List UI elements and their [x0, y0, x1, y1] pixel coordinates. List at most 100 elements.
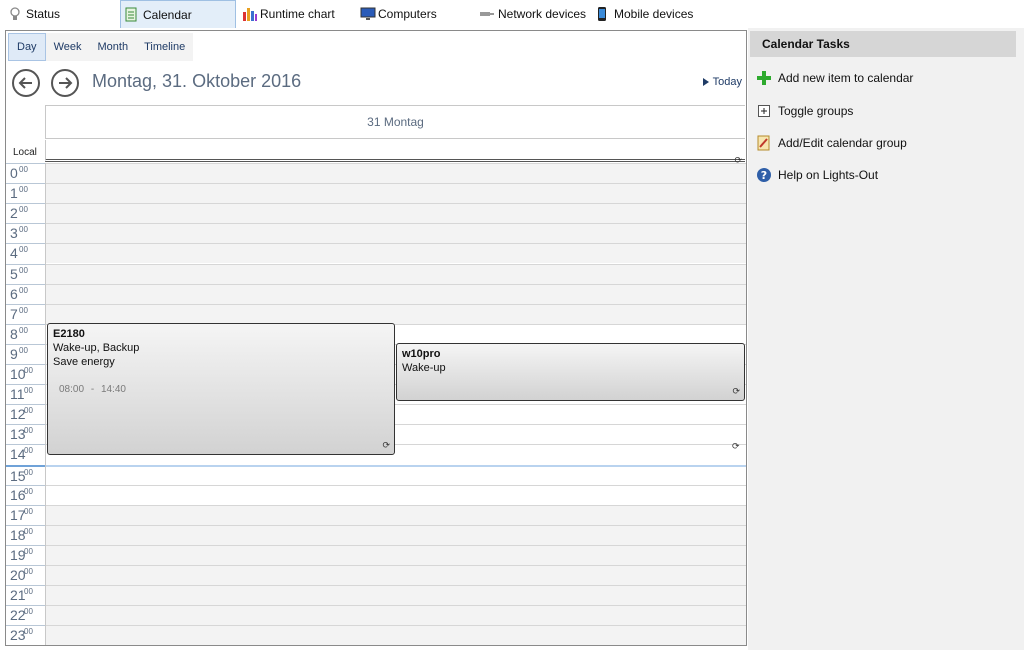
time-slot-label: 4 00: [6, 243, 45, 263]
edit-group-icon: [756, 135, 772, 151]
help-icon: ?: [756, 167, 772, 183]
hour-label: 3: [10, 225, 18, 242]
tab-status[interactable]: Status: [8, 0, 60, 28]
time-slot-label: 9 00: [6, 343, 45, 364]
minute-label: 00: [19, 265, 28, 275]
arrow-left-icon: [18, 77, 32, 89]
view-tab-month[interactable]: Month: [89, 33, 137, 61]
appointment-actions: Wake-up, Backup: [53, 342, 140, 354]
time-slot-label: 0 00: [6, 163, 45, 183]
appointment-w10pro[interactable]: w10pro Wake-up ⟳: [396, 343, 745, 401]
hour-slot[interactable]: [46, 625, 746, 645]
hour-slot[interactable]: [46, 163, 746, 183]
hour-slot[interactable]: [46, 263, 746, 284]
minute-label: 00: [24, 587, 33, 597]
hour-label: 8: [10, 325, 18, 342]
tab-network-devices[interactable]: Network devices: [478, 0, 586, 28]
minute-label: 00: [19, 305, 28, 315]
view-tab-timeline[interactable]: Timeline: [136, 33, 194, 61]
svg-text:?: ?: [761, 169, 767, 182]
tab-calendar[interactable]: Calendar: [120, 0, 236, 28]
hour-slot[interactable]: [46, 303, 746, 324]
day-grid[interactable]: E2180 Wake-up, Backup Save energy 08:00 …: [45, 163, 746, 645]
hour-slot[interactable]: [46, 565, 746, 585]
time-slot-label: 12 00: [6, 404, 45, 424]
view-tab-week[interactable]: Week: [45, 33, 90, 61]
date-title: Montag, 31. Oktober 2016: [92, 71, 302, 91]
hour-slot[interactable]: [46, 464, 746, 485]
hour-label: 0: [10, 165, 18, 181]
time-slot-label: 1 00: [6, 183, 45, 203]
next-day-button[interactable]: [51, 69, 79, 97]
minute-label: 00: [19, 245, 28, 255]
task-toggle-groups[interactable]: Toggle groups: [756, 101, 853, 121]
time-slot-label: 11 00: [6, 384, 45, 404]
toggle-groups-icon: [756, 103, 772, 119]
today-label: Today: [712, 76, 742, 88]
hour-slot[interactable]: [46, 484, 746, 505]
minute-label: 00: [24, 546, 33, 556]
time-slot-label: 3 00: [6, 223, 45, 243]
all-day-area[interactable]: [45, 140, 745, 162]
hour-slot[interactable]: [46, 504, 746, 525]
hour-slot[interactable]: [46, 544, 746, 565]
appointment-time: 08:00 - 14:40: [59, 383, 389, 397]
time-slot-label: 15 00: [6, 464, 45, 485]
time-slot-label: 7 00: [6, 303, 45, 324]
minute-label: 00: [24, 426, 33, 436]
bulb-icon: [8, 6, 22, 22]
appointment-time-sep: -: [90, 384, 95, 395]
minute-label: 00: [19, 205, 28, 215]
time-slot-label: 8 00: [6, 323, 45, 344]
task-edit-group[interactable]: Add/Edit calendar group: [756, 133, 907, 153]
hour-slot[interactable]: [46, 223, 746, 244]
minute-label: 00: [24, 386, 33, 396]
tab-runtime-chart[interactable]: Runtime chart: [242, 0, 335, 28]
today-link[interactable]: Today: [702, 76, 742, 88]
hour-label: 1: [10, 185, 18, 202]
task-add-item-label: Add new item to calendar: [778, 71, 914, 85]
arrow-right-icon: [59, 77, 73, 89]
task-panel: Calendar Tasks Add new item to calendar …: [748, 28, 1024, 650]
play-triangle-icon: [702, 78, 709, 86]
time-slot-label: 23 00: [6, 625, 45, 645]
day-column-header[interactable]: 31 Montag: [45, 105, 745, 139]
network-plug-icon: [478, 6, 494, 22]
task-help[interactable]: ? Help on Lights-Out: [756, 165, 878, 185]
minute-label: 00: [24, 486, 33, 496]
minute-label: 00: [19, 225, 28, 235]
plus-icon: [756, 70, 772, 86]
hour-slot[interactable]: [46, 183, 746, 204]
tab-computers-label: Computers: [378, 7, 437, 21]
bar-chart-icon: [242, 6, 257, 22]
hour-slot[interactable]: [46, 605, 746, 626]
hour-slot[interactable]: [46, 524, 746, 545]
hour-slot[interactable]: [46, 585, 746, 606]
hour-slot[interactable]: [46, 203, 746, 224]
minute-label: 00: [24, 607, 33, 617]
task-add-item[interactable]: Add new item to calendar: [756, 68, 913, 88]
appointment-e2180[interactable]: E2180 Wake-up, Backup Save energy 08:00 …: [47, 323, 395, 455]
time-slot-label: 22 00: [6, 605, 45, 625]
time-slot-label: 10 00: [6, 364, 45, 384]
minute-label: 00: [19, 325, 28, 335]
minute-label: 00: [24, 506, 33, 516]
mobile-phone-icon: [596, 6, 610, 22]
minute-label: 00: [24, 366, 33, 375]
hour-label: 9: [10, 345, 18, 362]
tab-computers[interactable]: Computers: [360, 0, 437, 28]
tab-mobile-devices[interactable]: Mobile devices: [596, 0, 693, 28]
tab-network-devices-label: Network devices: [498, 7, 587, 21]
minute-label: 00: [24, 406, 33, 416]
appointment-title: E2180: [53, 328, 85, 340]
view-tab-day[interactable]: Day: [8, 33, 46, 61]
time-slot-label: 5 00: [6, 263, 45, 284]
appointment-start: 08:00: [59, 384, 85, 395]
view-tabs: Day Week Month Timeline: [8, 33, 194, 61]
time-slot-label: 14 00: [6, 444, 45, 464]
hour-slot[interactable]: [46, 283, 746, 304]
prev-day-button[interactable]: [12, 69, 40, 97]
task-panel-header: Calendar Tasks: [750, 31, 1016, 57]
time-slot-label: 19 00: [6, 544, 45, 565]
hour-slot[interactable]: [46, 243, 746, 264]
